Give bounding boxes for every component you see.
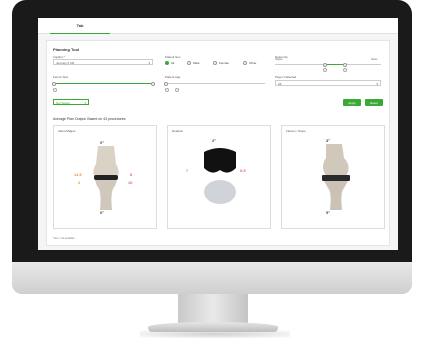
chevron-down-icon: ▾ <box>148 61 150 65</box>
results-subtitle: Average Plan Output: Based on 43 procedu… <box>53 117 126 121</box>
card-title: Rotation <box>172 129 184 133</box>
card-varus-valgus: Varus/Valgus 0° 0° 11.5 2 8 10 <box>53 125 157 229</box>
screen: Tab Planning Tool Implant * Journey II C… <box>38 18 398 250</box>
radio-all[interactable]: All <box>165 61 174 65</box>
payer-label: Payer Collected <box>275 75 297 79</box>
chevron-down-icon: ▾ <box>84 101 86 105</box>
slider-handle[interactable] <box>52 81 56 86</box>
top-angle: 2° <box>212 138 216 143</box>
deformity-right-label: Varus <box>371 58 378 61</box>
radio-other[interactable]: Other <box>243 61 257 65</box>
deformity-left-label: Valgus <box>275 58 283 61</box>
card-title: Varus/Valgus <box>58 129 76 133</box>
radio-unchecked-icon <box>213 61 217 65</box>
radio-female[interactable]: Female <box>213 61 229 65</box>
payer-select[interactable]: All ▾ <box>275 80 381 86</box>
patient-age-label: Patient Age <box>165 75 181 79</box>
chevron-down-icon: ▾ <box>376 82 378 86</box>
apply-button[interactable]: Apply <box>343 99 361 106</box>
left-value: 7 <box>186 168 189 173</box>
slider-handle[interactable] <box>323 62 327 67</box>
top-angle: 3° <box>326 138 330 143</box>
tab-main[interactable]: Tab <box>50 18 110 34</box>
bottom-angle: 0° <box>100 210 104 215</box>
filter-value: Not Select <box>56 101 70 105</box>
panel-title: Planning Tool <box>53 47 80 52</box>
left-sub-value: 2 <box>78 180 81 185</box>
payer-value: All <box>278 82 282 86</box>
deformity-min-marker <box>323 68 327 72</box>
age-min-marker <box>165 88 169 92</box>
radio-unchecked-icon <box>187 61 191 65</box>
footnote: *Set = not available <box>53 237 75 240</box>
card-rotation: Rotation 2° 7 0.5 <box>167 125 271 229</box>
right-sub-value: 10 <box>128 180 133 185</box>
deformity-slider[interactable] <box>275 62 381 67</box>
femur-size-slider[interactable] <box>52 81 155 86</box>
planning-panel: Planning Tool Implant * Journey II CR ▾ … <box>46 40 390 246</box>
reset-button[interactable]: Reset <box>365 99 383 106</box>
bottom-angle: 5° <box>326 210 330 215</box>
card-flexion-slope: Flexion / Slope 3° 5° <box>281 125 385 229</box>
femur-min-marker <box>53 88 57 92</box>
monitor-stand-foot <box>148 322 278 332</box>
left-value: 11.5 <box>74 172 82 177</box>
right-value: 8 <box>130 172 133 177</box>
monitor-chin <box>12 262 412 294</box>
card-title: Flexion / Slope <box>286 129 306 133</box>
radio-checked-icon <box>165 61 169 65</box>
monitor-stand-neck <box>178 294 248 324</box>
implant-select[interactable]: Journey II CR ▾ <box>53 59 153 65</box>
radio-male[interactable]: Male <box>187 61 200 65</box>
right-value: 0.5 <box>240 168 246 173</box>
slider-handle[interactable] <box>343 62 347 67</box>
knee-side-image <box>322 144 350 210</box>
age-max-marker <box>175 88 179 92</box>
slider-handle[interactable] <box>164 81 168 86</box>
femur-size-label: Femur Size <box>53 75 69 79</box>
top-bar: Tab <box>38 18 398 34</box>
deformity-max-marker <box>343 68 347 72</box>
radio-unchecked-icon <box>243 61 247 65</box>
slider-handle[interactable] <box>151 81 155 86</box>
patient-sex-label: Patient Sex <box>165 55 181 59</box>
implant-value: Journey II CR <box>56 61 75 65</box>
knee-front-image <box>93 146 119 210</box>
top-angle: 0° <box>100 140 104 145</box>
filter-select[interactable]: Not Select ▾ <box>53 99 89 105</box>
patient-age-slider[interactable] <box>164 81 265 86</box>
knee-top-image <box>204 148 236 204</box>
